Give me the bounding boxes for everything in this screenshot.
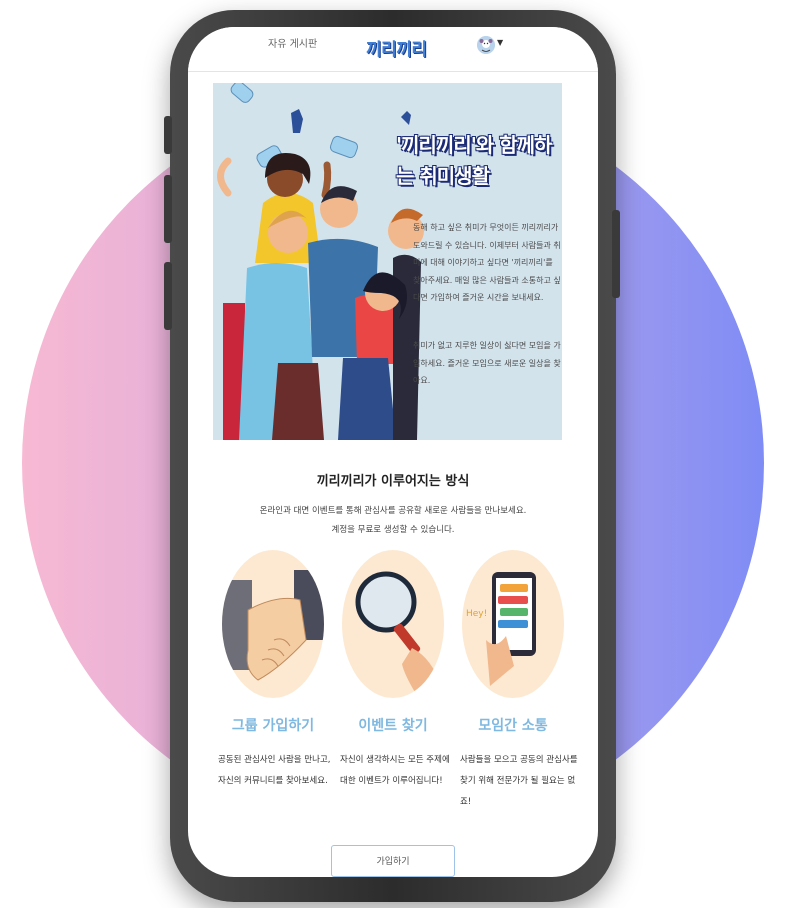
avatar-icon (477, 36, 495, 54)
top-navigation-bar: 자유 게시판 끼리끼리 ▼ (188, 27, 598, 72)
chevron-down-icon[interactable]: ▼ (497, 38, 503, 47)
feature-title-find-events: 이벤트 찾기 (358, 718, 428, 734)
join-button[interactable]: 가입하기 (331, 845, 455, 877)
phone-side-button (164, 116, 172, 154)
magnifier-icon (355, 571, 442, 694)
section-title: 끼리끼리가 이루어지는 방식 (316, 474, 470, 489)
site-logo[interactable]: 끼리끼리 (366, 35, 427, 60)
chat-phone-illustration: Hey! (462, 550, 564, 698)
free-board-link[interactable]: 자유 게시판 (268, 35, 317, 50)
feature-description: 공동된 관심사인 사람을 만나고, 자신의 커뮤니티를 찾아보세요. (218, 755, 331, 786)
feature-title-join-group: 그룹 가입하기 (231, 718, 315, 734)
section-subtitle-line: 온라인과 대면 이벤트를 통해 관심사를 공유할 새로운 사람들을 만나보세요. (259, 506, 527, 516)
phone-screen: 자유 게시판 끼리끼리 ▼ '끼리끼리'와 함께하는 취미생활 동해 하고 싶은… (188, 27, 598, 877)
hero-banner: '끼리끼리'와 함께하는 취미생활 동해 하고 싶은 취미가 무엇이든 끼리끼리… (213, 83, 562, 440)
hero-title: '끼리끼리'와 함께하는 취미생활 (396, 133, 552, 188)
svg-text:Hey!: Hey! (466, 609, 487, 619)
hero-paragraph: 취미가 없고 지루한 일상이 싫다면 모임을 가입하세요. 즐거운 모임으로 새… (413, 341, 561, 385)
section-subtitle: 온라인과 대면 이벤트를 통해 관심사를 공유할 새로운 사람들을 만나보세요.… (188, 502, 598, 540)
phone-side-button (612, 210, 620, 298)
handshake-illustration (222, 550, 324, 698)
feature-description: 사람들을 모으고 공동의 관심사를 찾기 위해 전문가가 될 필요는 없죠! (460, 755, 578, 807)
section-subtitle-line: 계정을 무료로 생성할 수 있습니다. (331, 525, 455, 535)
handshake-icon (222, 570, 324, 681)
phone-side-button (164, 175, 172, 243)
magnifier-illustration (342, 550, 444, 698)
user-avatar[interactable] (477, 36, 495, 54)
phone-side-button (164, 262, 172, 330)
feature-title-communication: 모임간 소통 (478, 718, 548, 734)
hero-paragraph: 동해 하고 싶은 취미가 무엇이든 끼리끼리가 도와드릴 수 있습니다. 이제부… (413, 223, 561, 302)
chat-phone-icon: Hey! (466, 572, 536, 686)
feature-description: 자신이 생각하시는 모든 주제에 대한 이벤트가 이루어집니다! (340, 755, 450, 786)
